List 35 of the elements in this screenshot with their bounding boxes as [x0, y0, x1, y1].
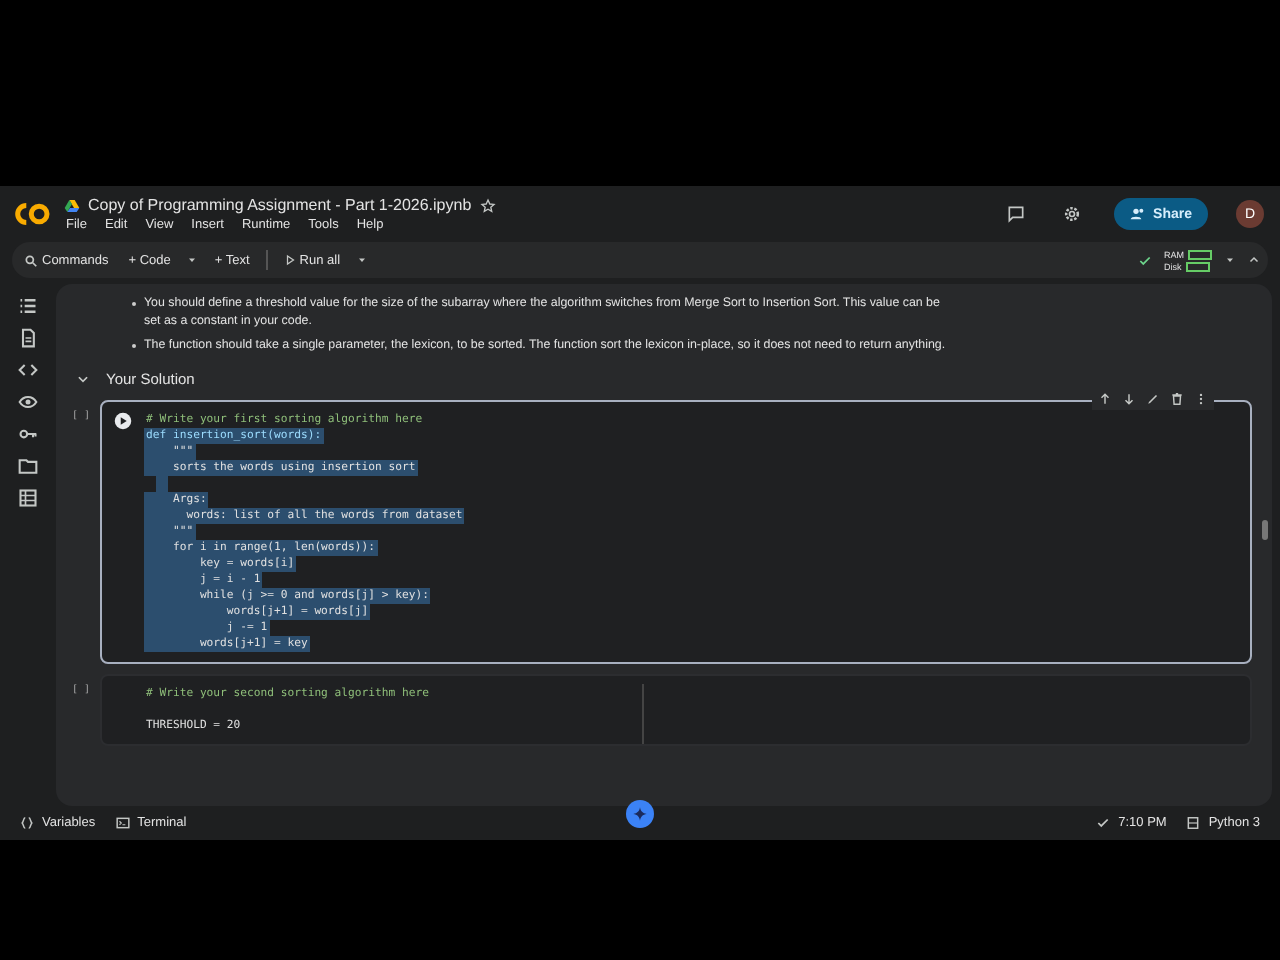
more-icon[interactable]	[1194, 392, 1208, 406]
arrow-up-icon[interactable]	[1098, 392, 1112, 406]
chevron-icon[interactable]	[76, 372, 90, 386]
table-icon[interactable]	[18, 488, 38, 508]
key-icon[interactable]	[18, 424, 38, 444]
comment-icon[interactable]	[1005, 204, 1026, 224]
sparkle-icon	[632, 806, 648, 822]
caret-icon[interactable]	[356, 254, 369, 266]
gemini-button[interactable]	[626, 800, 654, 828]
eye-icon[interactable]	[18, 392, 38, 412]
caret-icon[interactable]	[1224, 254, 1236, 266]
arrow-down-icon[interactable]	[1122, 392, 1136, 406]
settings-icon[interactable]	[1061, 204, 1082, 224]
run-cell-icon[interactable]	[114, 412, 132, 430]
caret-icon[interactable]	[186, 254, 199, 266]
chevron-up-icon[interactable]	[1248, 254, 1260, 266]
document-icon[interactable]	[18, 328, 38, 348]
disk-meter	[1185, 261, 1210, 271]
check-icon	[1138, 253, 1152, 267]
terminal-icon	[115, 816, 130, 830]
server-icon	[1186, 816, 1201, 830]
search-icon	[24, 253, 38, 267]
ram-meter	[1188, 249, 1212, 259]
trash-icon[interactable]	[1170, 392, 1184, 406]
folder-icon[interactable]	[18, 456, 38, 476]
list-icon[interactable]	[18, 296, 38, 316]
drive-icon	[64, 197, 80, 213]
star-icon[interactable]	[479, 197, 496, 213]
pencil-icon[interactable]	[1146, 392, 1160, 406]
check-icon	[1096, 816, 1111, 830]
play-icon	[283, 254, 296, 266]
notebook-title[interactable]: Copy of Programming Assignment - Part 1-2026.ipynb	[88, 196, 472, 214]
braces-icon	[20, 816, 34, 830]
code-icon[interactable]	[18, 360, 38, 380]
people-icon	[1129, 206, 1146, 222]
